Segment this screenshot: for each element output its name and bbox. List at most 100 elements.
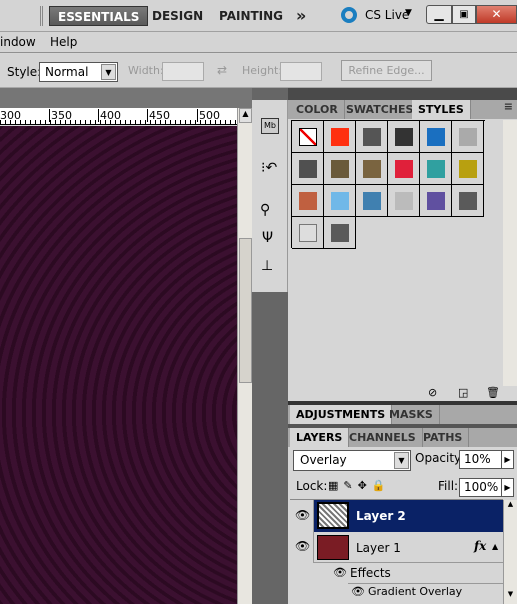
opacity-slider-button[interactable]: ▶	[501, 451, 513, 468]
layer-name: Layer 1	[356, 541, 401, 555]
scroll-up-button[interactable]: ▲	[239, 108, 252, 123]
style-swatch[interactable]	[324, 121, 356, 153]
horizontal-ruler: 300 350 400 450 500	[0, 108, 237, 125]
lock-icons[interactable]: ▦✎✥🔒	[328, 479, 391, 492]
tab-adjustments[interactable]: ADJUSTMENTS	[290, 405, 393, 424]
visibility-eye-icon[interactable]: 👁	[333, 566, 347, 579]
style-preview	[427, 192, 445, 210]
style-swatch[interactable]	[356, 121, 388, 153]
style-preview	[363, 192, 381, 210]
trash-icon[interactable]: 🗑	[486, 386, 500, 399]
scroll-up-button[interactable]: ▲	[504, 500, 517, 514]
height-label: Height:	[242, 64, 283, 77]
style-swatch[interactable]	[292, 121, 324, 153]
width-label: Width:	[128, 64, 164, 77]
style-swatch[interactable]	[452, 121, 484, 153]
visibility-eye-icon[interactable]: 👁	[295, 508, 310, 522]
style-swatch[interactable]	[324, 217, 356, 249]
dock-icons: Mb ⁝↶ ⚲ Ψ ⊥	[252, 100, 288, 292]
lock-label: Lock:	[296, 479, 328, 493]
tab-styles[interactable]: STYLES	[412, 100, 471, 119]
more-workspaces-button[interactable]: »	[288, 6, 314, 26]
style-swatch[interactable]	[420, 153, 452, 185]
style-select[interactable]: Normal ▼	[39, 62, 118, 82]
fx-icon[interactable]: fx	[474, 539, 486, 553]
style-swatch[interactable]	[452, 185, 484, 217]
layers-scrollbar[interactable]: ▲ ▼	[503, 500, 517, 604]
opacity-label: Opacity:	[415, 451, 465, 465]
workspace-painting[interactable]: PAINTING	[211, 6, 291, 26]
mini-bridge-icon[interactable]: Mb	[261, 118, 279, 134]
style-preview	[331, 128, 349, 146]
visibility-eye-icon[interactable]: 👁	[351, 585, 365, 598]
workspace-design[interactable]: DESIGN	[144, 6, 211, 26]
workspace-essentials[interactable]: ESSENTIALS	[49, 6, 149, 26]
refine-edge-button[interactable]: Refine Edge...	[341, 60, 432, 81]
workspace-bar: ESSENTIALS DESIGN PAINTING » CS Live ▼ ▁…	[0, 0, 517, 32]
style-swatch[interactable]	[292, 153, 324, 185]
menu-window[interactable]: indow	[0, 35, 36, 49]
tab-swatches[interactable]: SWATCHES	[340, 100, 421, 119]
history-icon[interactable]: ⁝↶	[261, 160, 277, 176]
tab-masks[interactable]: MASKS	[383, 405, 440, 424]
style-swatch[interactable]	[388, 185, 420, 217]
style-preview	[331, 224, 349, 242]
style-swatch[interactable]	[324, 153, 356, 185]
panel-header	[288, 88, 517, 100]
close-button[interactable]: ✕	[476, 5, 517, 24]
style-swatch[interactable]	[388, 121, 420, 153]
layer-row-layer-2[interactable]: Layer 2	[314, 500, 503, 532]
style-preview	[299, 192, 317, 210]
style-swatch[interactable]	[356, 153, 388, 185]
cs-live-button[interactable]: CS Live	[365, 8, 409, 22]
effect-gradient-overlay[interactable]: Gradient Overlay	[368, 585, 462, 598]
maximize-button[interactable]: ▣	[452, 5, 476, 24]
brushes-icon[interactable]: Ψ	[262, 230, 273, 246]
layer-row-layer-1[interactable]: Layer 1 fx ▲	[314, 532, 503, 563]
visibility-eye-icon[interactable]: 👁	[295, 539, 310, 553]
minimize-button[interactable]: ▁	[426, 5, 452, 24]
height-input[interactable]	[280, 62, 322, 81]
style-swatch[interactable]	[292, 217, 324, 249]
style-preview	[395, 192, 413, 210]
tab-layers[interactable]: LAYERS	[290, 428, 350, 447]
fill-input[interactable]: 100% ▶	[459, 478, 514, 497]
style-swatch[interactable]	[356, 185, 388, 217]
tab-channels[interactable]: CHANNELS	[343, 428, 423, 447]
opacity-input[interactable]: 10% ▶	[459, 450, 514, 469]
fill-slider-button[interactable]: ▶	[501, 479, 513, 496]
styles-scrollbar[interactable]	[503, 120, 517, 386]
styles-tabs: COLOR SWATCHES STYLES ≡	[288, 100, 517, 119]
style-swatch[interactable]	[324, 185, 356, 217]
tab-paths[interactable]: PATHS	[417, 428, 470, 447]
panel-menu-icon[interactable]: ≡	[504, 100, 513, 113]
style-preview	[331, 192, 349, 210]
expand-effects-icon[interactable]: ▲	[492, 542, 498, 551]
chevron-down-icon: ▼	[394, 452, 409, 469]
style-swatch[interactable]	[420, 185, 452, 217]
scroll-thumb[interactable]	[239, 238, 252, 383]
style-preview	[299, 224, 317, 242]
chevron-down-icon: ▼	[101, 64, 116, 80]
tab-color[interactable]: COLOR	[290, 100, 345, 119]
style-preview	[363, 160, 381, 178]
clear-style-icon[interactable]: ⊘	[428, 386, 437, 399]
width-input[interactable]	[162, 62, 204, 81]
brush-presets-icon[interactable]: ⚲	[260, 202, 270, 218]
canvas-scrollbar[interactable]: ▲	[237, 108, 252, 604]
style-swatch[interactable]	[388, 153, 420, 185]
blend-mode-select[interactable]: Overlay ▼	[293, 450, 411, 471]
style-swatch[interactable]	[292, 185, 324, 217]
swap-icon[interactable]: ⇄	[217, 63, 227, 77]
document-canvas[interactable]	[0, 126, 237, 604]
style-swatch[interactable]	[420, 121, 452, 153]
new-style-icon[interactable]: ◲	[458, 386, 468, 399]
fill-label: Fill:	[438, 479, 459, 493]
menu-help[interactable]: Help	[50, 35, 77, 49]
scroll-down-button[interactable]: ▼	[504, 590, 517, 604]
style-label: Style:	[7, 65, 42, 79]
style-swatch[interactable]	[452, 153, 484, 185]
clone-source-icon[interactable]: ⊥	[261, 258, 273, 274]
style-preview	[363, 128, 381, 146]
ruler-ticks	[0, 120, 237, 124]
